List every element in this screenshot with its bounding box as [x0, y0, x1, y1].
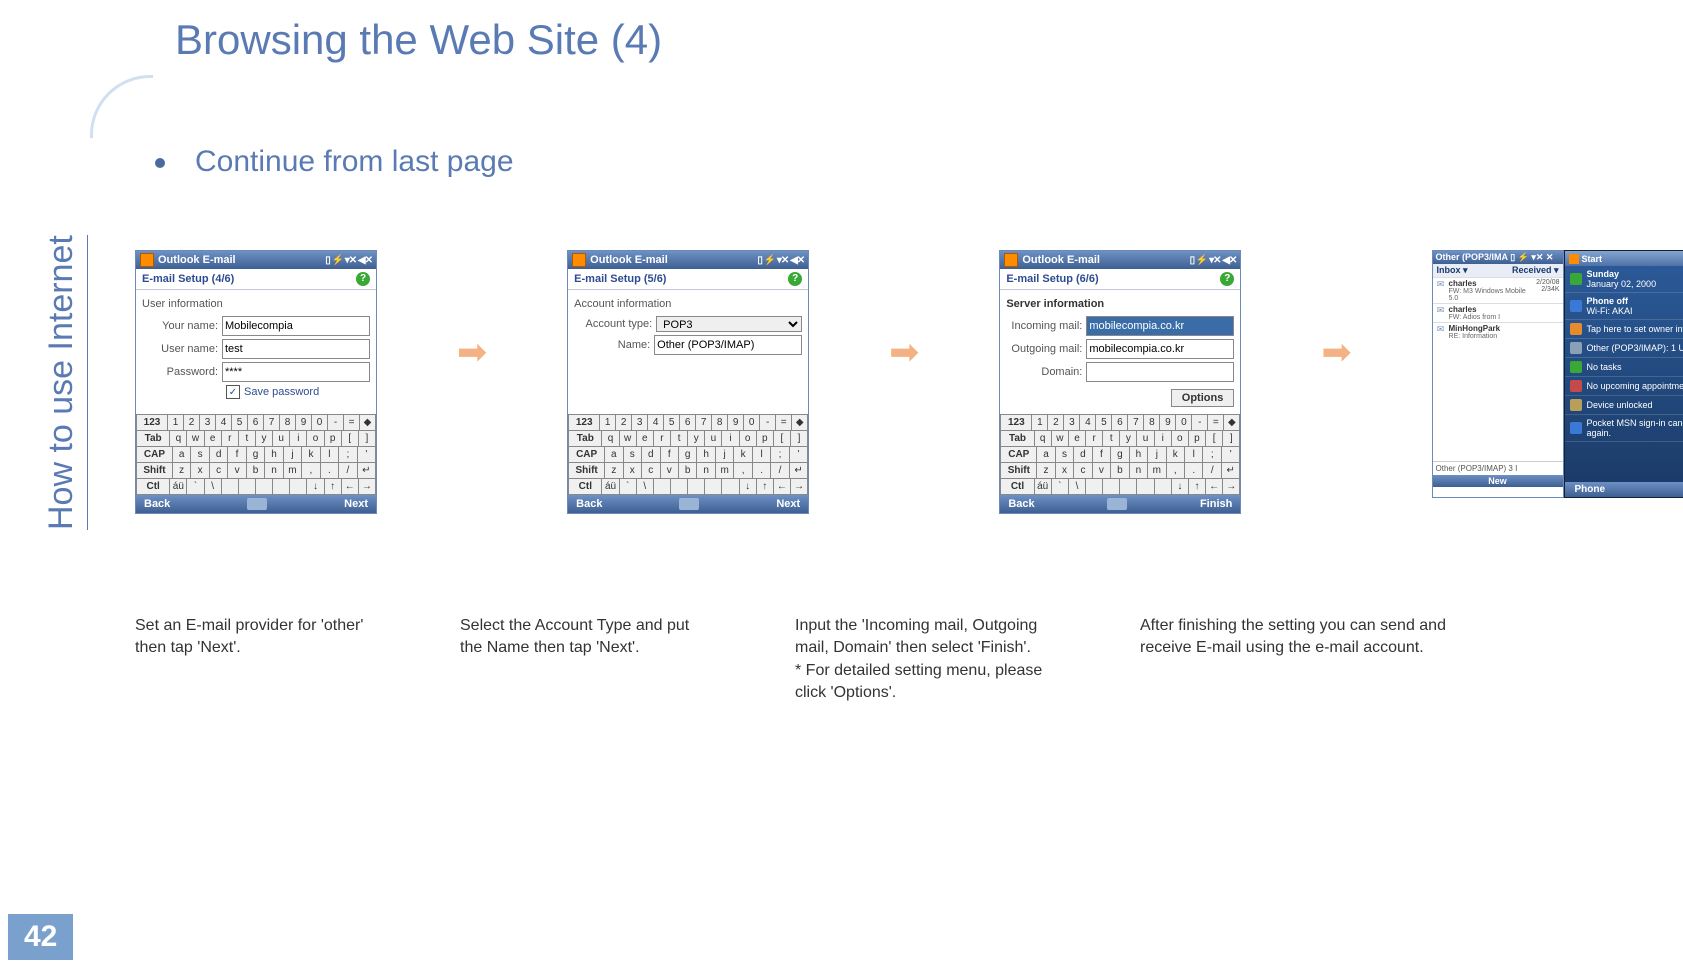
today-date2: January 02, 2000 [1587, 279, 1657, 289]
inbox-message[interactable]: ✉MinHongParkRE: Information [1433, 322, 1563, 341]
phone-step-4-6: Outlook E-mail ▯ ⚡ ▾✕ ◀✕ E-mail Setup (4… [135, 250, 377, 514]
arrow-icon: ➡ [889, 331, 919, 373]
step-title: E-mail Setup (5/6) [574, 273, 666, 285]
section-heading: User information [142, 298, 370, 310]
page-title: Browsing the Web Site (4) [175, 16, 662, 64]
window-titlebar: Outlook E-mail ▯ ⚡ ▾✕ ◀✕ [136, 251, 376, 269]
caption-step5: Select the Account Type and put the Name… [460, 615, 710, 705]
decorative-corner [90, 75, 153, 138]
lock-icon [1570, 399, 1582, 411]
section-heading: Server information [1006, 298, 1234, 310]
start-icon [1569, 254, 1579, 264]
keyboard-toggle-icon[interactable] [679, 498, 699, 510]
label-outgoing: Outgoing mail: [1006, 343, 1082, 355]
step-title: E-mail Setup (6/6) [1006, 273, 1098, 285]
phone-step-5-6: Outlook E-mail ▯ ⚡ ▾✕ ◀✕ E-mail Setup (5… [567, 250, 809, 514]
inbox-window-title: Other (POP3/IMA ▯ ⚡ ▾✕ ✕ [1433, 251, 1563, 264]
accounttype-select[interactable]: POP3 [656, 316, 802, 332]
app-icon [572, 253, 586, 267]
password-field[interactable] [222, 362, 370, 382]
onscreen-keyboard[interactable]: 1231234567890-=◆Tabqwertyuiop[]CAPasdfgh… [136, 414, 376, 495]
new-button[interactable]: New [1433, 475, 1563, 487]
label-incoming: Incoming mail: [1006, 320, 1082, 332]
help-icon[interactable]: ? [788, 272, 802, 286]
save-password-checkbox[interactable]: ✓ [226, 385, 240, 399]
finish-button[interactable]: Finish [1200, 498, 1232, 510]
arrow-icon: ➡ [457, 331, 487, 373]
phone-step-6-6: Outlook E-mail ▯ ⚡ ▾✕ ◀✕ E-mail Setup (6… [999, 250, 1241, 514]
inbox-screen: Other (POP3/IMA ▯ ⚡ ▾✕ ✕ Inbox ▾ Receive… [1432, 250, 1564, 498]
owner-info[interactable]: Tap here to set owner information [1587, 324, 1683, 334]
app-icon [1004, 253, 1018, 267]
wifi-label: Wi-Fi: AKAI [1587, 306, 1633, 316]
mail-unread[interactable]: Other (POP3/IMAP): 1 Unread [1587, 343, 1683, 353]
inbox-status: Other (POP3/IMAP) 3 I [1433, 461, 1563, 475]
next-button[interactable]: Next [776, 498, 800, 510]
calendar-icon [1570, 380, 1582, 392]
inbox-message[interactable]: ✉charlesFW: M3 Windows Mobile 5.02/20/08… [1433, 277, 1563, 303]
caption-step4: Set an E-mail provider for 'other' then … [135, 615, 375, 705]
tasks-icon [1570, 361, 1582, 373]
section-heading: Account information [574, 298, 802, 310]
back-button[interactable]: Back [576, 498, 602, 510]
clock-icon [1570, 273, 1582, 285]
keyboard-toggle-icon[interactable] [247, 498, 267, 510]
label-password: Password: [142, 366, 218, 378]
mail-icon [1570, 342, 1582, 354]
label-yourname: Your name: [142, 320, 218, 332]
msn-label[interactable]: Pocket MSN sign-in canceled. Tap here to… [1587, 418, 1683, 438]
chapter-side-label: How to use Internet [42, 235, 88, 530]
today-date[interactable]: Sunday [1587, 269, 1620, 279]
outgoing-field[interactable] [1086, 339, 1234, 359]
window-title: Outlook E-mail [1022, 254, 1100, 266]
status-icons: ▯ ⚡ ▾✕ ◀✕ [757, 255, 804, 266]
bullet-text: Continue from last page [195, 145, 514, 178]
phone-row: Outlook E-mail ▯ ⚡ ▾✕ ◀✕ E-mail Setup (4… [135, 250, 1683, 514]
page-number: 42 [8, 914, 73, 960]
tasks-label[interactable]: No tasks [1587, 362, 1683, 372]
result-screens: Other (POP3/IMA ▯ ⚡ ▾✕ ✕ Inbox ▾ Receive… [1432, 250, 1683, 498]
window-title: Outlook E-mail [158, 254, 236, 266]
start-label[interactable]: Start [1582, 254, 1603, 264]
label-domain: Domain: [1006, 366, 1082, 378]
step-title: E-mail Setup (4/6) [142, 273, 234, 285]
phone-softkey[interactable]: Phone [1575, 484, 1606, 495]
today-screen: Start ▯ ⚡ ▾✕ ◀✕ 🏠 SundayJanuary 02, 2000… [1564, 250, 1683, 498]
folder-dropdown[interactable]: Inbox ▾ [1437, 265, 1468, 276]
msn-icon [1570, 422, 1582, 434]
onscreen-keyboard[interactable]: 1231234567890-=◆Tabqwertyuiop[]CAPasdfgh… [1000, 414, 1240, 495]
label-name: Name: [574, 339, 650, 351]
status-icons: ▯ ⚡ ▾✕ ◀✕ [325, 255, 372, 266]
keyboard-toggle-icon[interactable] [1107, 498, 1127, 510]
help-icon[interactable]: ? [356, 272, 370, 286]
appointments-label[interactable]: No upcoming appointments [1587, 381, 1683, 391]
bullet-continue: Continue from last page [155, 145, 514, 179]
status-icons: ▯ ⚡ ▾✕ ◀✕ [1190, 255, 1237, 266]
back-button[interactable]: Back [1008, 498, 1034, 510]
lock-label[interactable]: Device unlocked [1587, 400, 1683, 410]
app-icon [140, 253, 154, 267]
phone-off-label[interactable]: Phone off [1587, 296, 1629, 306]
onscreen-keyboard[interactable]: 1231234567890-=◆Tabqwertyuiop[]CAPasdfgh… [568, 414, 808, 495]
options-button[interactable]: Options [1171, 389, 1235, 407]
inbox-message[interactable]: ✉charlesFW: Adios from I [1433, 303, 1563, 322]
help-icon[interactable]: ? [1220, 272, 1234, 286]
incoming-field[interactable] [1086, 316, 1234, 336]
sort-dropdown[interactable]: Received ▾ [1512, 265, 1559, 276]
caption-step6: Input the 'Incoming mail, Outgoing mail,… [795, 615, 1055, 705]
name-field[interactable] [654, 335, 802, 355]
owner-icon [1570, 323, 1582, 335]
save-password-label: Save password [244, 386, 319, 398]
domain-field[interactable] [1086, 362, 1234, 382]
arrow-icon: ➡ [1321, 331, 1351, 373]
back-button[interactable]: Back [144, 498, 170, 510]
username-field[interactable] [222, 339, 370, 359]
wifi-icon [1570, 300, 1582, 312]
label-accounttype: Account type: [574, 318, 652, 330]
label-username: User name: [142, 343, 218, 355]
window-title: Outlook E-mail [590, 254, 668, 266]
yourname-field[interactable] [222, 316, 370, 336]
caption-result: After finishing the setting you can send… [1140, 615, 1480, 705]
next-button[interactable]: Next [344, 498, 368, 510]
